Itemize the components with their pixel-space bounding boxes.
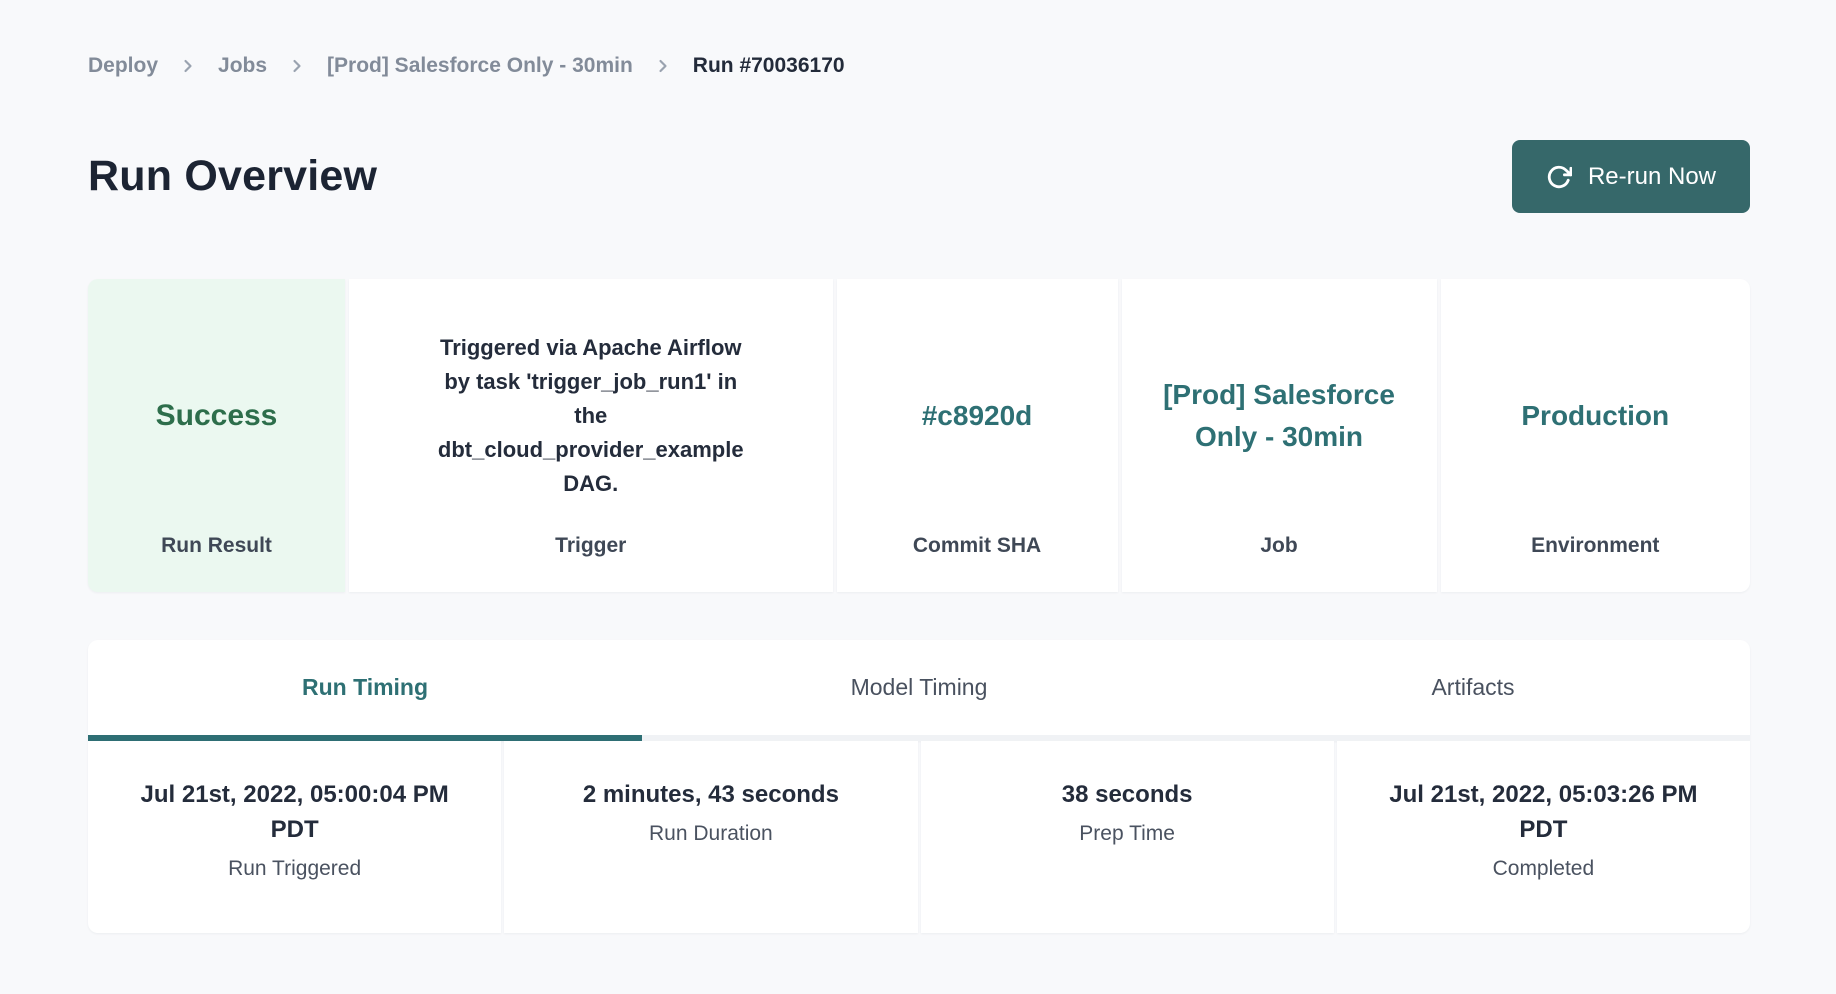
run-triggered-label: Run Triggered: [112, 857, 477, 881]
run-triggered-value: Jul 21st, 2022, 05:00:04 PM PDT: [125, 777, 465, 847]
completed-value: Jul 21st, 2022, 05:03:26 PM PDT: [1373, 777, 1713, 847]
run-duration-value: 2 minutes, 43 seconds: [541, 777, 881, 812]
refresh-cw-icon: [1546, 164, 1572, 190]
run-overview-page: Deploy Jobs [Prod] Salesforce Only - 30m…: [88, 0, 1750, 933]
page-title: Run Overview: [88, 152, 377, 201]
prep-time-value: 38 seconds: [957, 777, 1297, 812]
job-card: [Prod] Salesforce Only - 30min Job: [1122, 279, 1437, 592]
run-duration-cell: 2 minutes, 43 seconds Run Duration: [504, 741, 917, 933]
environment-card: Production Environment: [1441, 279, 1750, 592]
run-timing-cells: Jul 21st, 2022, 05:00:04 PM PDT Run Trig…: [88, 741, 1750, 933]
page-header: Run Overview Re-run Now: [88, 140, 1750, 213]
breadcrumb-job-name[interactable]: [Prod] Salesforce Only - 30min: [327, 54, 633, 78]
breadcrumb: Deploy Jobs [Prod] Salesforce Only - 30m…: [88, 54, 1750, 78]
tab-run-timing[interactable]: Run Timing: [88, 640, 642, 741]
rerun-now-button-label: Re-run Now: [1588, 163, 1716, 191]
run-details-tabs: Run Timing Model Timing Artifacts: [88, 640, 1750, 741]
environment-link[interactable]: Production: [1521, 395, 1669, 437]
run-result-card: Success Run Result: [88, 279, 345, 592]
breadcrumb-deploy[interactable]: Deploy: [88, 54, 158, 78]
commit-sha-card: #c8920d Commit SHA: [837, 279, 1118, 592]
run-result-value: Success: [156, 399, 278, 433]
environment-label: Environment: [1461, 534, 1730, 558]
trigger-label: Trigger: [369, 534, 813, 558]
rerun-now-button[interactable]: Re-run Now: [1512, 140, 1750, 213]
chevron-right-icon: [178, 56, 198, 76]
prep-time-label: Prep Time: [945, 822, 1310, 846]
run-details-panel: Run Timing Model Timing Artifacts Jul 21…: [88, 640, 1750, 933]
trigger-card: Triggered via Apache Airflow by task 'tr…: [349, 279, 833, 592]
breadcrumb-run-number: Run #70036170: [693, 54, 845, 78]
run-summary-cards: Success Run Result Triggered via Apache …: [88, 279, 1750, 592]
commit-sha-label: Commit SHA: [857, 534, 1098, 558]
chevron-right-icon: [653, 56, 673, 76]
tab-model-timing[interactable]: Model Timing: [642, 640, 1196, 741]
breadcrumb-jobs[interactable]: Jobs: [218, 54, 267, 78]
job-link[interactable]: [Prod] Salesforce Only - 30min: [1162, 374, 1397, 458]
trigger-value: Triggered via Apache Airflow by task 'tr…: [426, 331, 756, 501]
completed-label: Completed: [1361, 857, 1726, 881]
prep-time-cell: 38 seconds Prep Time: [921, 741, 1334, 933]
run-result-label: Run Result: [108, 534, 325, 558]
job-label: Job: [1142, 534, 1417, 558]
chevron-right-icon: [287, 56, 307, 76]
run-triggered-cell: Jul 21st, 2022, 05:00:04 PM PDT Run Trig…: [88, 741, 501, 933]
completed-cell: Jul 21st, 2022, 05:03:26 PM PDT Complete…: [1337, 741, 1750, 933]
commit-sha-link[interactable]: #c8920d: [922, 395, 1033, 437]
tab-artifacts[interactable]: Artifacts: [1196, 640, 1750, 741]
run-duration-label: Run Duration: [528, 822, 893, 846]
